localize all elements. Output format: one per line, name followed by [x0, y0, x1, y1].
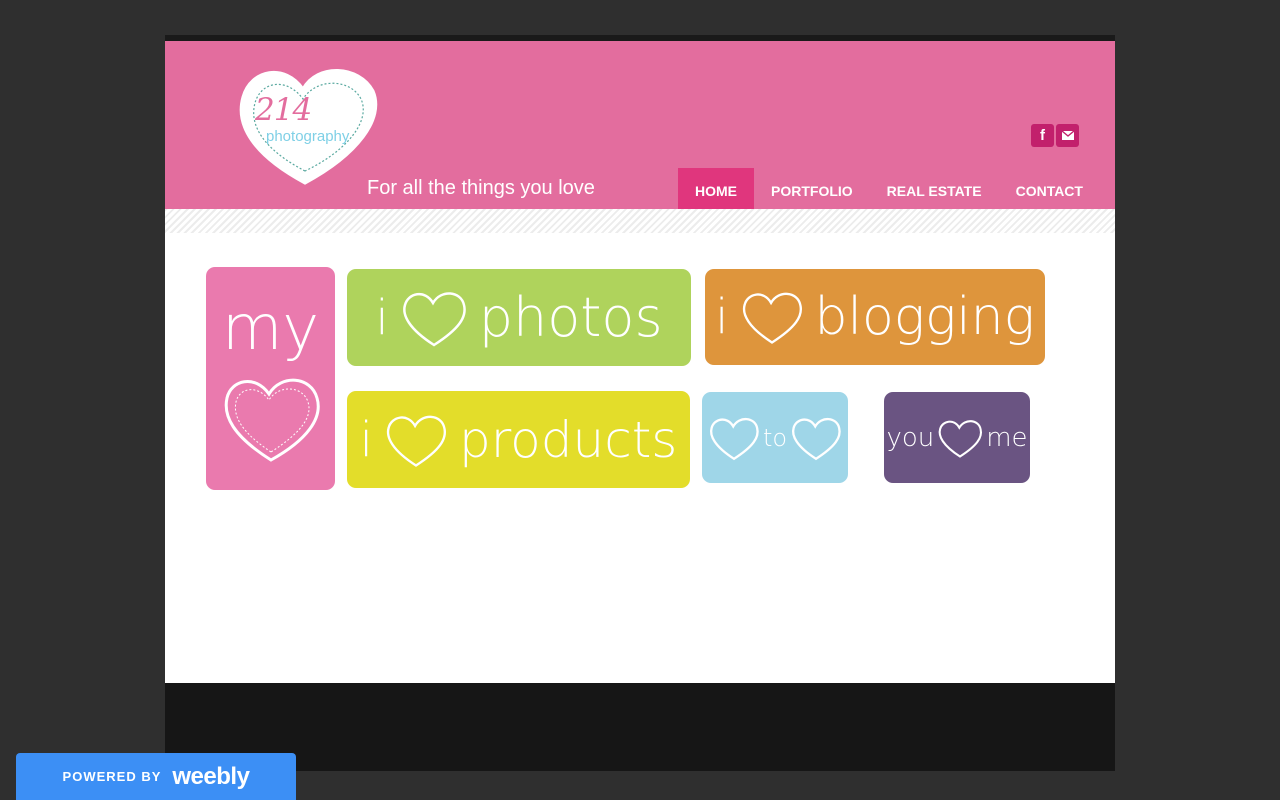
- tile-products-prefix: i: [359, 411, 373, 468]
- heart-icon: [742, 292, 802, 344]
- site-container: 214 photography For all the things you l…: [165, 35, 1115, 771]
- tile-me-word: me: [986, 422, 1028, 453]
- nav-portfolio[interactable]: PORTFOLIO: [754, 168, 870, 215]
- nav-real-estate[interactable]: REAL ESTATE: [870, 168, 999, 215]
- nav-contact[interactable]: CONTACT: [999, 168, 1100, 215]
- tile-products[interactable]: i products: [347, 391, 690, 488]
- tile-blogging-prefix: i: [715, 289, 729, 345]
- site-logo[interactable]: 214 photography For all the things you l…: [233, 59, 595, 199]
- heart-icon: [709, 417, 759, 460]
- tile-heart-to-heart[interactable]: to: [702, 392, 848, 483]
- email-icon[interactable]: [1056, 124, 1079, 147]
- tile-you-word: you: [886, 422, 935, 453]
- envelope-icon: [1061, 131, 1074, 140]
- heart-icon: [402, 291, 466, 346]
- tile-photos-word: photos: [478, 286, 663, 349]
- tile-my-word: my: [221, 291, 320, 364]
- powered-by-weebly-badge[interactable]: POWERED BY weebly: [16, 753, 296, 800]
- tile-products-word: products: [458, 410, 678, 469]
- tagline: For all the things you love: [367, 177, 595, 199]
- logo-word: photography: [266, 128, 350, 145]
- main-nav: HOME PORTFOLIO REAL ESTATE CONTACT: [678, 168, 1100, 215]
- heart-icon: [224, 378, 320, 462]
- tile-blogging[interactable]: i blogging: [705, 269, 1045, 365]
- header: 214 photography For all the things you l…: [165, 41, 1115, 215]
- tile-to-word: to: [762, 423, 788, 452]
- footer: [165, 683, 1115, 771]
- tile-blogging-word: blogging: [814, 287, 1035, 347]
- facebook-label: f: [1040, 127, 1045, 144]
- tile-photos[interactable]: i photos: [347, 269, 691, 366]
- tile-photos-prefix: i: [375, 289, 389, 346]
- nav-home[interactable]: HOME: [678, 168, 754, 215]
- main-content: my i photos i blogging i products to you…: [165, 233, 1115, 683]
- tile-my-heart[interactable]: my: [206, 267, 335, 490]
- heart-icon: [938, 419, 983, 458]
- facebook-icon[interactable]: f: [1031, 124, 1054, 147]
- weebly-logo: weebly: [172, 762, 250, 790]
- tile-you-heart-me[interactable]: you me: [884, 392, 1030, 483]
- heart-icon: [792, 417, 841, 460]
- powered-by-label: POWERED BY: [62, 769, 162, 784]
- heart-icon: [386, 415, 447, 467]
- header-divider: [165, 209, 1115, 233]
- logo-number: 214: [255, 92, 312, 128]
